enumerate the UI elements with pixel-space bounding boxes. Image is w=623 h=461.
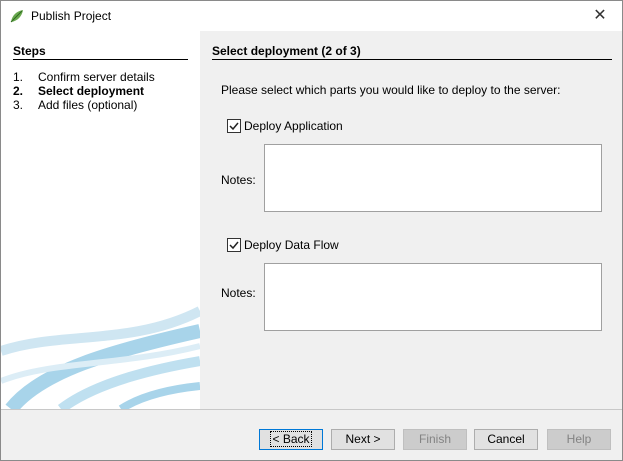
steps-divider	[13, 59, 188, 60]
step-label: Add files (optional)	[38, 98, 138, 112]
checkmark-icon	[229, 122, 239, 131]
steps-panel: Steps 1. Confirm server details 2. Selec…	[1, 31, 200, 409]
close-icon: ✕	[593, 7, 607, 24]
help-button-label: Help	[566, 432, 592, 446]
page-title: Select deployment (2 of 3)	[212, 44, 361, 58]
checkmark-icon	[229, 241, 239, 250]
step-item-select-deployment: 2. Select deployment	[13, 84, 155, 98]
cancel-button-label: Cancel	[487, 432, 525, 446]
steps-list: 1. Confirm server details 2. Select depl…	[13, 70, 155, 112]
close-button[interactable]: ✕	[578, 1, 622, 31]
application-notes-label: Notes:	[221, 173, 256, 187]
deploy-data-flow-checkbox-row[interactable]: Deploy Data Flow	[227, 238, 339, 252]
cancel-button[interactable]: Cancel	[474, 429, 538, 450]
next-button[interactable]: Next >	[331, 429, 395, 450]
deploy-data-flow-label: Deploy Data Flow	[244, 238, 339, 252]
step-item-confirm-server: 1. Confirm server details	[13, 70, 155, 84]
finish-button[interactable]: Finish	[403, 429, 467, 450]
deploy-data-flow-checkbox[interactable]	[227, 238, 241, 252]
back-button-label: < Back	[270, 431, 312, 447]
step-label: Confirm server details	[38, 70, 155, 84]
deploy-application-checkbox-row[interactable]: Deploy Application	[227, 119, 343, 133]
application-notes-field[interactable]	[264, 144, 602, 212]
publish-project-dialog: Publish Project ✕ Steps 1. Confirm serve…	[0, 0, 623, 461]
step-number: 2.	[13, 84, 24, 98]
next-button-label: Next >	[345, 432, 381, 446]
instruction-text: Please select which parts you would like…	[221, 83, 561, 97]
back-button[interactable]: < Back	[259, 429, 323, 450]
data-flow-notes-field[interactable]	[264, 263, 602, 331]
step-number: 3.	[13, 98, 24, 112]
step-label: Select deployment	[38, 84, 145, 98]
steps-heading: Steps	[13, 44, 46, 58]
step-number: 1.	[13, 70, 24, 84]
help-button[interactable]: Help	[547, 429, 611, 450]
data-flow-notes-label: Notes:	[221, 286, 256, 300]
title-bar: Publish Project ✕	[1, 1, 622, 31]
swoosh-decoration	[1, 306, 200, 409]
leaf-icon	[9, 8, 25, 24]
window-title: Publish Project	[31, 9, 112, 23]
deploy-application-checkbox[interactable]	[227, 119, 241, 133]
step-item-add-files: 3. Add files (optional)	[13, 98, 155, 112]
footer-divider	[1, 409, 622, 410]
finish-button-label: Finish	[418, 432, 451, 446]
deploy-application-label: Deploy Application	[244, 119, 343, 133]
title-divider	[212, 59, 612, 60]
